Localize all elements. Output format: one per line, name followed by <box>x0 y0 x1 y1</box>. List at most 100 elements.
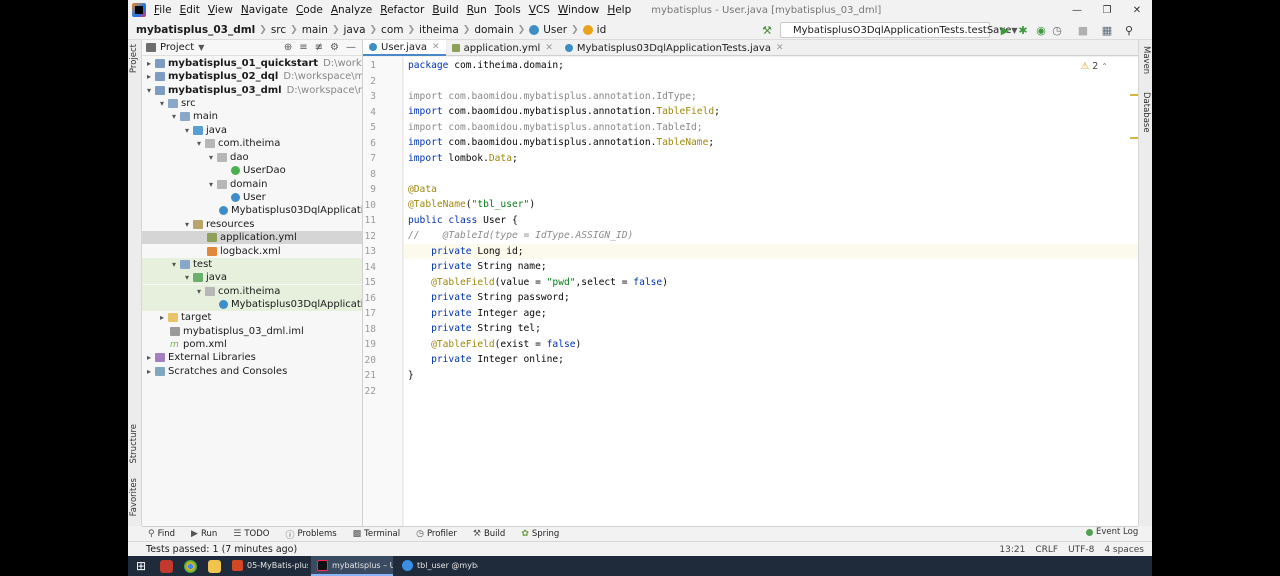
tree-item-file[interactable]: User <box>142 191 362 204</box>
tab-tests-java[interactable]: Mybatisplus03DqlApplicationTests.java ✕ <box>559 40 790 56</box>
tree-item-package[interactable]: ▾ com.itheima <box>142 285 362 298</box>
tree-item-file[interactable]: mybatisplus_03_dml.iml <box>142 325 362 338</box>
build-tool-button[interactable]: ⚒ Build <box>473 529 505 539</box>
menu-navigate[interactable]: Navigate <box>237 4 292 16</box>
error-stripe[interactable] <box>1130 57 1138 526</box>
run-tool-button[interactable]: ▶ Run <box>191 529 217 539</box>
crumb-main[interactable]: main <box>302 24 328 36</box>
find-tool-button[interactable]: ⚲ Find <box>148 529 175 539</box>
menu-refactor[interactable]: Refactor <box>376 4 428 16</box>
project-view-select[interactable]: Project <box>160 42 194 53</box>
indent-setting[interactable]: 4 spaces <box>1104 545 1144 555</box>
status-message[interactable]: Tests passed: 1 (7 minutes ago) <box>146 544 297 555</box>
file-explorer-icon[interactable] <box>202 556 226 576</box>
tree-item-scratches[interactable]: ▸ Scratches and Consoles <box>142 365 362 378</box>
menu-view[interactable]: View <box>204 4 237 16</box>
menu-help[interactable]: Help <box>603 4 635 16</box>
crumb-user[interactable]: User <box>543 24 567 36</box>
gear-icon[interactable]: ⚙ <box>330 42 339 53</box>
close-icon[interactable]: ✕ <box>545 43 553 53</box>
warning-marker[interactable] <box>1130 137 1138 139</box>
tree-item-folder[interactable]: ▾ java <box>142 124 362 137</box>
tree-item-file[interactable]: m pom.xml <box>142 338 362 351</box>
database-tool-tab[interactable]: Database <box>1141 92 1151 133</box>
collapse-all-icon[interactable]: ≢ <box>315 42 323 53</box>
tree-item-libraries[interactable]: ▸ External Libraries <box>142 351 362 364</box>
crumb-java[interactable]: java <box>344 24 366 36</box>
caret-position[interactable]: 13:21 <box>999 545 1025 555</box>
close-icon[interactable]: ✕ <box>432 42 440 52</box>
tree-item-file-selected[interactable]: application.yml <box>142 231 362 244</box>
event-log-button[interactable]: Event Log <box>1086 527 1138 537</box>
coverage-icon[interactable]: ◉ <box>1034 23 1048 37</box>
search-everywhere-icon[interactable]: ⚲ <box>1122 23 1136 37</box>
tree-item-folder[interactable]: ▾ resources <box>142 218 362 231</box>
run-icon[interactable]: ▶ <box>998 23 1012 37</box>
crumb-domain[interactable]: domain <box>474 24 513 36</box>
menu-run[interactable]: Run <box>463 4 491 16</box>
hammer-icon[interactable]: ⚒ <box>760 23 774 37</box>
menu-analyze[interactable]: Analyze <box>327 4 376 16</box>
structure-tool-tab[interactable]: Structure <box>129 424 139 464</box>
crumb-src[interactable]: src <box>271 24 286 36</box>
tree-item-module[interactable]: ▸mybatisplus_01_quickstartD:\workspace\m… <box>142 57 362 70</box>
code-editor[interactable]: ⚠ 2 ⌃ package com.itheima.domain; import… <box>404 57 1138 526</box>
menu-file[interactable]: File <box>150 4 176 16</box>
tab-user-java[interactable]: User.java ✕ <box>363 40 446 56</box>
line-separator[interactable]: CRLF <box>1035 545 1058 555</box>
crumb-id[interactable]: id <box>597 24 607 36</box>
warning-marker[interactable] <box>1130 94 1138 96</box>
menu-build[interactable]: Build <box>428 4 462 16</box>
task-powerpoint[interactable]: 05-MyBatis-plus... <box>226 556 308 576</box>
locate-icon[interactable]: ⊕ <box>284 42 292 53</box>
tree-item-folder[interactable]: ▾ test <box>142 258 362 271</box>
tree-item-package[interactable]: ▾ domain <box>142 178 362 191</box>
task-intellij[interactable]: mybatisplus – Us... <box>311 556 393 576</box>
tree-item-file[interactable]: UserDao <box>142 164 362 177</box>
chrome-icon[interactable] <box>178 556 202 576</box>
tree-item-module[interactable]: ▸ mybatisplus_02_dql D:\workspace\mybatisp… <box>142 70 362 83</box>
close-window-button[interactable]: ✕ <box>1122 0 1152 20</box>
restore-button[interactable]: ❐ <box>1092 0 1122 20</box>
tree-item-file[interactable]: Mybatisplus03DqlApplication <box>142 204 362 217</box>
todo-tool-button[interactable]: ☰ TODO <box>233 529 269 539</box>
crumb-itheima[interactable]: itheima <box>419 24 459 36</box>
problems-tool-button[interactable]: ⓘ Problems <box>285 528 336 541</box>
tree-item-module[interactable]: ▾ mybatisplus_03_dml D:\workspace\mybatisp… <box>142 84 362 97</box>
taskbar-app-icon[interactable] <box>154 556 178 576</box>
windows-start-icon[interactable]: ⊞ <box>128 556 154 576</box>
expand-all-icon[interactable]: ≡ <box>299 42 307 53</box>
crumb-project[interactable]: mybatisplus_03_dml <box>136 24 255 36</box>
tree-item-folder[interactable]: ▸ target <box>142 311 362 324</box>
tree-item-package[interactable]: ▾ dao <box>142 151 362 164</box>
spring-tool-button[interactable]: ✿ Spring <box>521 529 559 539</box>
maven-tool-tab[interactable]: Maven <box>1141 46 1151 74</box>
minimize-button[interactable]: — <box>1062 0 1092 20</box>
favorites-tool-tab[interactable]: Favorites <box>129 478 139 516</box>
inspection-widget[interactable]: ⚠ 2 ⌃ <box>1081 61 1108 72</box>
tree-item-folder[interactable]: ▾ java <box>142 271 362 284</box>
menu-vcs[interactable]: VCS <box>525 4 554 16</box>
tab-application-yml[interactable]: application.yml ✕ <box>446 40 559 56</box>
close-icon[interactable]: ✕ <box>776 43 784 53</box>
stop-icon[interactable]: ■ <box>1076 23 1090 37</box>
file-encoding[interactable]: UTF-8 <box>1068 545 1094 555</box>
profile-icon[interactable]: ◷ <box>1050 23 1064 37</box>
task-datagrip[interactable]: tbl_user @mybati... <box>396 556 478 576</box>
tree-item-folder[interactable]: ▾ src <box>142 97 362 110</box>
project-structure-icon[interactable]: ▦ <box>1100 23 1114 37</box>
tree-item-file[interactable]: Mybatisplus03DqlApplicationTes <box>142 298 362 311</box>
tree-item-file[interactable]: logback.xml <box>142 245 362 258</box>
project-tool-tab[interactable]: Project <box>129 44 139 73</box>
menu-edit[interactable]: Edit <box>176 4 204 16</box>
hide-icon[interactable]: — <box>346 42 356 53</box>
terminal-tool-button[interactable]: ▩ Terminal <box>353 529 400 539</box>
tree-item-folder[interactable]: ▾ main <box>142 110 362 123</box>
run-config-select[interactable]: MybatisplusO3DqlApplicationTests.testSav… <box>780 22 1018 38</box>
menu-tools[interactable]: Tools <box>491 4 525 16</box>
profiler-tool-button[interactable]: ◷ Profiler <box>416 529 457 539</box>
crumb-com[interactable]: com <box>381 24 403 36</box>
debug-icon[interactable]: ✱ <box>1016 23 1030 37</box>
menu-code[interactable]: Code <box>292 4 327 16</box>
tree-item-package[interactable]: ▾ com.itheima <box>142 137 362 150</box>
